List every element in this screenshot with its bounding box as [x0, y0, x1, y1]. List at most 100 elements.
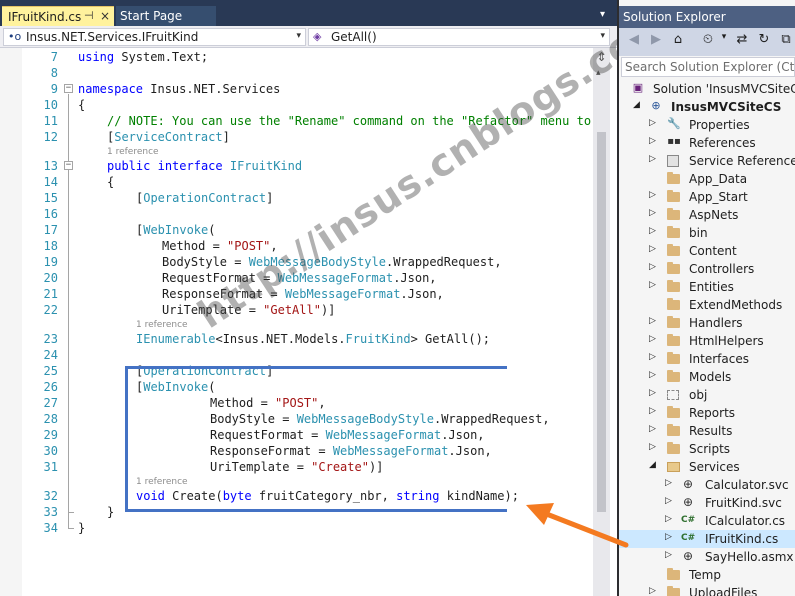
expanded-arrow-icon[interactable]: ◢	[633, 100, 640, 110]
tree-item[interactable]: ▷ ⊕ SayHello.asmx	[619, 548, 795, 566]
tree-item[interactable]: ▷ App_Start	[619, 188, 795, 206]
codelens-reference-count[interactable]: 1 reference	[136, 477, 188, 487]
tree-item[interactable]: ▷ Service References	[619, 152, 795, 170]
tree-item[interactable]: ▷ ⊕ Calculator.svc	[619, 476, 795, 494]
scroll-up-icon[interactable]: ▴	[596, 68, 601, 78]
home-icon[interactable]: ⌂	[669, 32, 687, 50]
tree-item[interactable]: ▷ C# IFruitKind.cs	[619, 530, 795, 548]
tab-list-dropdown-icon[interactable]: ▾	[600, 9, 605, 20]
tree-item[interactable]: ▷ 🔧 Properties	[619, 116, 795, 134]
tree-item[interactable]: ◢ ⊕ InsusMVCSiteCS	[619, 98, 795, 116]
tree-item[interactable]: ▷ Handlers	[619, 314, 795, 332]
tree-item-label: Service References	[689, 154, 795, 168]
tree-item[interactable]: ▷ Entities	[619, 278, 795, 296]
code-area[interactable]: 7 8 9 10 11 12 13 14 15 16 17 18 19 20 2…	[0, 48, 617, 596]
code-token: public	[107, 159, 151, 173]
expand-arrow-icon[interactable]: ▷	[649, 442, 656, 452]
member-dropdown[interactable]: ◈ GetAll() ▾	[308, 28, 610, 46]
expand-arrow-icon[interactable]: ▷	[649, 244, 656, 254]
tree-item[interactable]: ▷ ⊕ FruitKind.svc	[619, 494, 795, 512]
type-dropdown-value: Insus.NET.Services.IFruitKind	[26, 30, 199, 44]
line-number: 25	[43, 364, 58, 378]
tree-item[interactable]: ▷ Content	[619, 242, 795, 260]
tree-item[interactable]: ▷ AspNets	[619, 206, 795, 224]
back-icon[interactable]: ◀	[625, 32, 643, 50]
tree-item[interactable]: Temp	[619, 566, 795, 584]
tree-item[interactable]: ▷ Reports	[619, 404, 795, 422]
expand-arrow-icon[interactable]: ▷	[649, 316, 656, 326]
collapse-namespace-icon[interactable]: −	[64, 84, 73, 93]
code-text[interactable]: using System.Text; namespace Insus.NET.S…	[78, 48, 598, 596]
expand-arrow-icon[interactable]: ▷	[665, 478, 672, 488]
close-icon[interactable]: ×	[100, 9, 110, 23]
tree-item[interactable]: ▷ Controllers	[619, 260, 795, 278]
tree-item[interactable]: ▷ UploadFiles	[619, 584, 795, 596]
code-line: using System.Text;	[78, 50, 208, 64]
code-line: BodyStyle = WebMessageBodyStyle.WrappedR…	[210, 412, 550, 426]
tree-item[interactable]: ▷ Scripts	[619, 440, 795, 458]
code-token: Insus.NET.Services	[143, 82, 281, 96]
tree-item[interactable]: ◢ Services	[619, 458, 795, 476]
tree-item[interactable]: ▷ Interfaces	[619, 350, 795, 368]
tree-item[interactable]: ▷ C# ICalculator.cs	[619, 512, 795, 530]
tree-item[interactable]: ▷ Models	[619, 368, 795, 386]
forward-icon[interactable]: ▶	[647, 32, 665, 50]
expand-arrow-icon[interactable]: ▷	[649, 208, 656, 218]
chevron-down-icon[interactable]: ▾	[715, 32, 733, 50]
expand-arrow-icon[interactable]: ▷	[649, 226, 656, 236]
tab-start-page[interactable]: Start Page	[116, 6, 216, 26]
expand-arrow-icon[interactable]: ▷	[665, 514, 672, 524]
codelens-reference-count[interactable]: 1 reference	[136, 320, 188, 330]
tree-item[interactable]: ▷ bin	[619, 224, 795, 242]
tree-item[interactable]: ▷ ▪▪ References	[619, 134, 795, 152]
vertical-scrollbar[interactable]: ⇕ ▴	[593, 48, 610, 596]
collapse-all-icon[interactable]: ⧉	[777, 32, 795, 50]
type-dropdown[interactable]: •o Insus.NET.Services.IFruitKind ▾	[3, 28, 306, 46]
codelens-reference-count[interactable]: 1 reference	[107, 147, 159, 157]
sync-icon[interactable]: ⇄	[733, 32, 751, 50]
code-token: .Json,	[400, 287, 444, 301]
tree-item-label: Properties	[689, 118, 750, 132]
scroll-thumb[interactable]	[597, 132, 606, 512]
folder-icon	[667, 280, 680, 292]
expand-arrow-icon[interactable]: ▷	[665, 532, 672, 542]
expand-arrow-icon[interactable]: ▷	[649, 424, 656, 434]
refresh-icon[interactable]: ↻	[755, 32, 773, 50]
expand-arrow-icon[interactable]: ▷	[649, 136, 656, 146]
expand-arrow-icon[interactable]: ▷	[649, 388, 656, 398]
expand-arrow-icon[interactable]: ▷	[649, 190, 656, 200]
expand-arrow-icon[interactable]: ▷	[649, 262, 656, 272]
code-token: ,	[270, 239, 278, 253]
line-number: 22	[43, 303, 58, 317]
line-number: 11	[43, 114, 58, 128]
expand-arrow-icon[interactable]: ▷	[665, 496, 672, 506]
tree-item[interactable]: ▷ Results	[619, 422, 795, 440]
hidden-folder-icon	[667, 390, 679, 400]
expand-arrow-icon[interactable]: ▷	[649, 118, 656, 128]
code-token: ResponseFormat =	[210, 444, 333, 458]
code-line: [OperationContract]	[136, 364, 273, 378]
expand-arrow-icon[interactable]: ▷	[649, 334, 656, 344]
split-window-icon[interactable]: ⇕	[594, 50, 609, 64]
solution-search-input[interactable]: Search Solution Explorer (Ctrl+;)	[621, 57, 795, 77]
collapse-interface-icon[interactable]: −	[64, 161, 73, 170]
expand-arrow-icon[interactable]: ▷	[649, 352, 656, 362]
expand-arrow-icon[interactable]: ▷	[649, 370, 656, 380]
tree-item[interactable]: ExtendMethods	[619, 296, 795, 314]
tree-item[interactable]: ▷ HtmlHelpers	[619, 332, 795, 350]
expand-arrow-icon[interactable]: ▷	[665, 550, 672, 560]
tab-ifruitkind-cs[interactable]: IFruitKind.cs ⊣ ×	[2, 6, 114, 26]
pin-icon[interactable]: ⊣	[84, 9, 94, 22]
tree-item[interactable]: ▣ Solution 'InsusMVCSiteCS' (1 project)	[619, 80, 795, 98]
tree-item[interactable]: App_Data	[619, 170, 795, 188]
expand-arrow-icon[interactable]: ▷	[649, 154, 656, 164]
expand-arrow-icon[interactable]: ▷	[649, 280, 656, 290]
expand-arrow-icon[interactable]: ▷	[649, 406, 656, 416]
expanded-arrow-icon[interactable]: ◢	[649, 460, 656, 470]
expand-arrow-icon[interactable]: ▷	[649, 586, 656, 596]
tree-item[interactable]: ▷ obj	[619, 386, 795, 404]
tree-item-label: Interfaces	[689, 352, 749, 366]
code-token: )]	[320, 303, 336, 317]
tree-item-label: ICalculator.cs	[705, 514, 786, 528]
indicator-margin[interactable]	[0, 48, 22, 596]
